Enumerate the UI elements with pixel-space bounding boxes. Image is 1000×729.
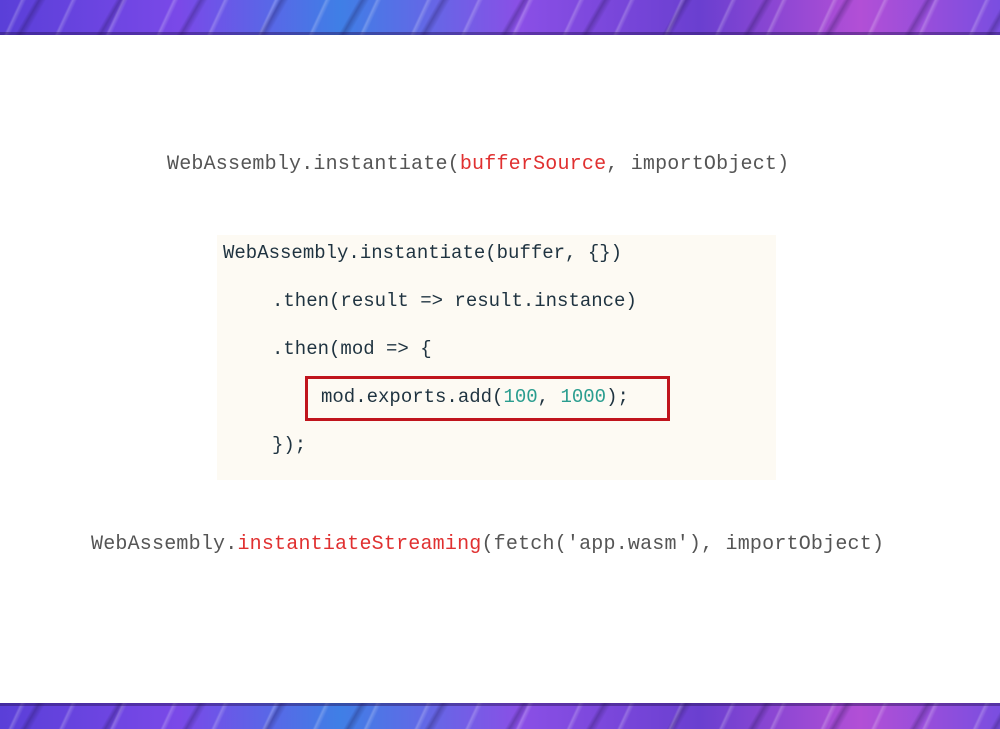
- top-decorative-band: [0, 0, 1000, 35]
- instantiate-signature: WebAssembly.instantiate(bufferSource, im…: [167, 153, 789, 176]
- code-line-5: });: [272, 434, 307, 456]
- code-line-2: .then(result => result.instance): [272, 290, 637, 312]
- code-line-4: mod.exports.add(100, 1000);: [321, 386, 629, 408]
- signature-prefix: WebAssembly.instantiate(: [167, 153, 460, 176]
- code-line-4-suffix: );: [606, 386, 629, 408]
- signature-2-suffix: (fetch('app.wasm'), importObject): [481, 533, 885, 556]
- instantiate-streaming-signature: WebAssembly.instantiateStreaming(fetch('…: [91, 533, 884, 556]
- code-line-3: .then(mod => {: [272, 338, 432, 360]
- buffer-source-highlight: bufferSource: [459, 153, 607, 176]
- bottom-decorative-band: [0, 703, 1000, 729]
- number-literal-1000: 1000: [560, 386, 607, 408]
- code-line-4-separator: ,: [537, 386, 561, 408]
- code-line-4-prefix: mod.exports.add(: [321, 386, 504, 408]
- code-block: WebAssembly.instantiate(buffer, {}) .the…: [217, 235, 776, 480]
- number-literal-100: 100: [503, 386, 538, 408]
- instantiate-streaming-highlight: instantiateStreaming: [237, 533, 482, 556]
- signature-suffix: , importObject): [606, 153, 790, 176]
- code-line-1: WebAssembly.instantiate(buffer, {}): [223, 242, 623, 264]
- signature-2-prefix: WebAssembly.: [91, 533, 238, 556]
